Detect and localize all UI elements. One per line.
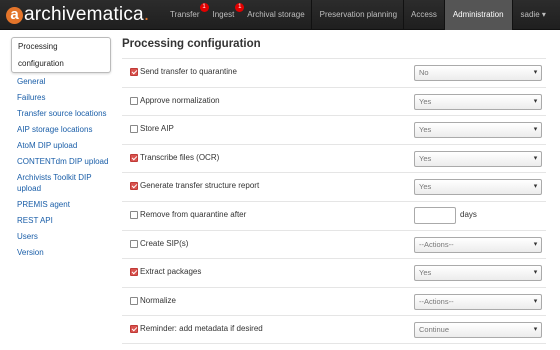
config-label: Send transfer to quarantine xyxy=(140,67,237,76)
config-select[interactable]: Yes ▾ xyxy=(414,265,542,282)
select-value: Yes xyxy=(419,125,432,135)
config-select[interactable]: Yes ▾ xyxy=(414,150,542,167)
config-row: Extract packages Yes ▾ xyxy=(122,258,546,287)
sidebar-item-archivists-toolkit-dip-upload[interactable]: Archivists Toolkit DIP upload xyxy=(11,170,111,197)
sidebar-item-users[interactable]: Users xyxy=(11,229,111,245)
config-row: Create SIP(s) --Actions-- ▾ xyxy=(122,229,546,259)
chevron-down-icon: ▾ xyxy=(533,269,538,277)
config-row: Approve normalization Yes ▾ xyxy=(122,86,546,116)
chevron-down-icon: ▾ xyxy=(533,126,538,134)
nav-administration-label: Administration xyxy=(452,10,504,19)
sidebar-item-general[interactable]: General xyxy=(11,74,111,90)
enable-checkbox[interactable] xyxy=(130,325,138,334)
select-value: No xyxy=(419,68,429,77)
config-select[interactable]: Yes ▾ xyxy=(414,93,542,110)
user-menu-label: sadie ▾ xyxy=(520,10,546,19)
brand-logo[interactable]: a archivematica . xyxy=(6,4,149,26)
page-title: Processing configuration xyxy=(122,38,261,50)
days-unit-label: days xyxy=(460,209,477,219)
nav-preservation-planning[interactable]: Preservation planning xyxy=(312,0,403,30)
chevron-down-icon: ▾ xyxy=(533,183,538,191)
chevron-down-icon: ▾ xyxy=(533,326,538,334)
config-label: Extract packages xyxy=(140,267,202,277)
sidebar-item-contentdm-dip-upload[interactable]: CONTENTdm DIP upload xyxy=(11,154,111,170)
sidebar-item-rest-api[interactable]: REST API xyxy=(11,213,111,229)
config-label: Store AIP xyxy=(140,124,174,134)
chevron-down-icon: ▾ xyxy=(533,297,538,305)
sidebar-item-failures[interactable]: Failures xyxy=(11,90,111,106)
enable-checkbox[interactable] xyxy=(130,96,138,105)
nav-transfer[interactable]: Transfer 1 xyxy=(164,0,209,30)
brand-name: archivematica xyxy=(24,4,144,25)
nav-archival-storage-label: Archival storage xyxy=(247,10,305,19)
nav-ingest-label: Ingest xyxy=(212,10,235,19)
config-label: Generate transfer structure report xyxy=(140,181,260,191)
nav-archival-storage[interactable]: Archival storage xyxy=(239,0,310,30)
config-select[interactable]: --Actions-- ▾ xyxy=(414,236,542,253)
nav-transfer-label: Transfer xyxy=(170,10,200,19)
sidebar-item-version[interactable]: Version xyxy=(11,245,111,261)
chevron-down-icon: ▾ xyxy=(533,69,538,76)
sidebar-item-atom-dip-upload[interactable]: AtoM DIP upload xyxy=(11,138,111,154)
config-label: Transcribe files (OCR) xyxy=(140,152,220,162)
config-row: Send transfer to quarantine No ▾ xyxy=(122,58,546,87)
select-value: Yes xyxy=(419,96,432,106)
chevron-down-icon: ▾ xyxy=(533,97,538,105)
days-input[interactable] xyxy=(414,206,456,224)
chevron-down-icon: ▾ xyxy=(533,154,538,162)
nav-access-label: Access xyxy=(411,10,437,19)
enable-checkbox[interactable] xyxy=(130,268,138,277)
select-value: --Actions-- xyxy=(419,296,454,306)
admin-sidebar: Processing configuration General Failure… xyxy=(11,37,111,261)
config-row: Remove from quarantine after days xyxy=(122,200,546,230)
select-value: Yes xyxy=(419,153,432,163)
select-value: Yes xyxy=(419,182,432,192)
nav-ingest[interactable]: Ingest 1 xyxy=(205,0,245,30)
enable-checkbox[interactable] xyxy=(130,239,138,248)
config-row: Store AIP Yes ▾ xyxy=(122,115,546,144)
config-row: Reminder: add metadata if desired Continu… xyxy=(122,315,546,344)
select-value: Yes xyxy=(419,268,432,278)
config-label: Remove from quarantine after xyxy=(140,209,247,219)
config-select[interactable]: Yes ▾ xyxy=(414,179,542,196)
config-rows: Send transfer to quarantine No ▾ Approve no… xyxy=(122,58,546,344)
enable-checkbox[interactable] xyxy=(130,210,138,219)
enable-checkbox[interactable] xyxy=(130,125,138,134)
main-nav: Transfer 1 Ingest 1 Archival storage Pre… xyxy=(164,0,554,30)
nav-preservation-planning-label: Preservation planning xyxy=(319,10,398,19)
config-label: Reminder: add metadata if desired xyxy=(140,324,263,334)
main-content: Processing configuration Send transfer t… xyxy=(122,38,546,344)
brand-dot: . xyxy=(143,4,150,25)
config-row: Generate transfer structure report Yes ▾ xyxy=(122,172,546,201)
config-row: Normalize --Actions-- ▾ xyxy=(122,286,546,316)
config-select[interactable]: --Actions-- ▾ xyxy=(414,293,542,310)
config-select[interactable]: No ▾ xyxy=(414,65,542,81)
brand-initial: a xyxy=(6,6,23,24)
config-label: Create SIP(s) xyxy=(140,238,189,248)
config-label: Approve normalization xyxy=(140,95,220,105)
sidebar-item-processing-configuration[interactable]: Processing configuration xyxy=(11,37,111,73)
sidebar-item-transfer-source-locations[interactable]: Transfer source locations xyxy=(11,106,111,122)
config-row: Transcribe files (OCR) Yes ▾ xyxy=(122,143,546,173)
enable-checkbox[interactable] xyxy=(130,182,138,191)
sidebar-item-aip-storage-locations[interactable]: AIP storage locations xyxy=(11,122,111,138)
config-select[interactable]: Yes ▾ xyxy=(414,122,542,139)
nav-access[interactable]: Access xyxy=(404,0,444,30)
config-select[interactable]: Continue ▾ xyxy=(414,322,542,339)
config-label: Normalize xyxy=(140,295,177,305)
select-value: Continue xyxy=(419,325,450,335)
enable-checkbox[interactable] xyxy=(130,153,138,162)
chevron-down-icon: ▾ xyxy=(533,240,538,248)
enable-checkbox[interactable] xyxy=(130,296,138,305)
nav-administration[interactable]: Administration xyxy=(444,0,512,30)
sidebar-item-premis-agent[interactable]: PREMIS agent xyxy=(11,197,111,213)
enable-checkbox[interactable] xyxy=(130,68,138,76)
select-value: --Actions-- xyxy=(419,239,454,249)
user-menu[interactable]: sadie ▾ xyxy=(513,0,554,30)
top-navbar: a archivematica . Transfer 1 Ingest 1 Ar… xyxy=(0,0,560,30)
